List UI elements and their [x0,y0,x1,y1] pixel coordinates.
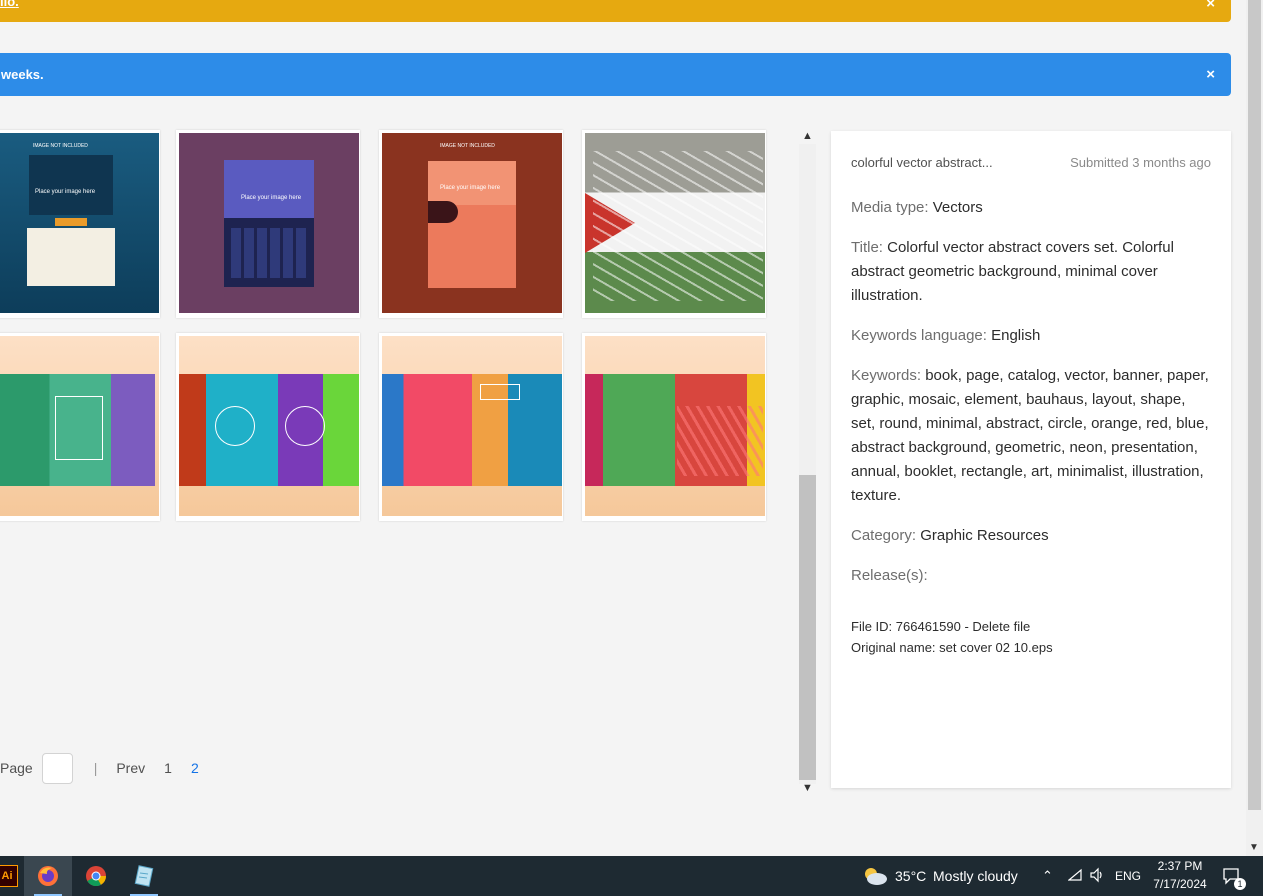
page-scroll-down-icon[interactable]: ▼ [1249,842,1259,853]
file-id: File ID: 766461590 - [851,619,973,634]
wifi-icon[interactable] [1067,868,1082,887]
file-thumbnail[interactable] [582,130,766,318]
file-info: File ID: 766461590 - Delete file Origina… [851,616,1211,658]
scroll-down-icon[interactable]: ▼ [802,782,813,794]
file-thumbnail[interactable] [582,333,766,521]
page-scrollbar[interactable]: ▼ [1246,0,1263,856]
chevron-up-icon[interactable]: ⌃ [1042,868,1053,884]
file-details-panel: colorful vector abstract... Submitted 3 … [831,131,1231,788]
info-banner: weeks. × [0,53,1231,96]
input-language[interactable]: ENG [1115,869,1141,883]
close-icon[interactable]: × [1206,0,1215,12]
page-1-link[interactable]: 1 [164,760,172,776]
info-banner-text: weeks. [1,67,44,82]
close-icon[interactable]: × [1206,66,1215,83]
page-input[interactable] [41,752,73,784]
clock-date[interactable]: 7/17/2024 [1146,877,1214,891]
volume-icon[interactable] [1089,867,1105,888]
page-label: Page [0,760,33,776]
releases-row: Release(s): [851,567,928,584]
submitted-date: Submitted 3 months ago [1070,155,1211,170]
keywords-language-row: Keywords language: English [851,327,1041,344]
file-thumbnail[interactable]: IMAGE NOT INCLUDED Place your image here [379,130,563,318]
file-thumbnail[interactable] [0,333,160,521]
media-type-row: Media type: Vectors [851,199,983,216]
title-value: Colorful vector abstract covers set. Col… [851,239,1174,304]
page-2-link[interactable]: 2 [191,760,199,776]
keywords-language-value: English [991,327,1041,344]
scroll-up-icon[interactable]: ▲ [802,130,813,142]
warning-banner: llo. × [0,0,1231,22]
title-row: Title: Colorful vector abstract covers s… [851,239,1174,304]
grid-scrollbar[interactable]: ▲ ▼ [799,130,817,798]
notepad-icon[interactable] [120,856,168,896]
file-thumbnail[interactable]: Place your image here [176,130,360,318]
weather-icon[interactable] [862,866,888,891]
illustrator-icon[interactable]: Ai [0,856,18,896]
weather-text[interactable]: Mostly cloudy [933,868,1018,884]
keywords-value: book, page, catalog, vector, banner, pap… [851,367,1209,504]
warning-banner-link[interactable]: llo [0,0,15,9]
page-scroll-thumb[interactable] [1248,0,1261,810]
clock-time[interactable]: 2:37 PM [1150,859,1210,873]
notification-badge: 1 [1234,878,1246,890]
file-name: colorful vector abstract... [851,155,993,170]
windows-taskbar: Ai 35°C Mostly cloudy ⌃ ENG 2:37 PM 7/17… [0,856,1263,896]
firefox-icon[interactable] [24,856,72,896]
media-type-value: Vectors [932,199,983,216]
file-thumbnail[interactable] [379,333,563,521]
temperature[interactable]: 35°C [895,868,926,884]
file-thumbnail[interactable]: IMAGE NOT INCLUDED Place your image here [0,130,160,318]
delete-file-link[interactable]: Delete file [972,619,1030,634]
scroll-thumb[interactable] [799,475,816,780]
prev-page-link[interactable]: Prev [116,760,145,776]
category-row: Category: Graphic Resources [851,527,1049,544]
file-thumbnail[interactable] [176,333,360,521]
chrome-icon[interactable] [72,856,120,896]
keywords-row: Keywords: book, page, catalog, vector, b… [851,367,1209,504]
original-name: Original name: set cover 02 10.eps [851,640,1053,655]
pagination: Page | Prev 1 2 [0,752,199,784]
category-value: Graphic Resources [920,527,1049,544]
pager-separator: | [93,760,98,776]
